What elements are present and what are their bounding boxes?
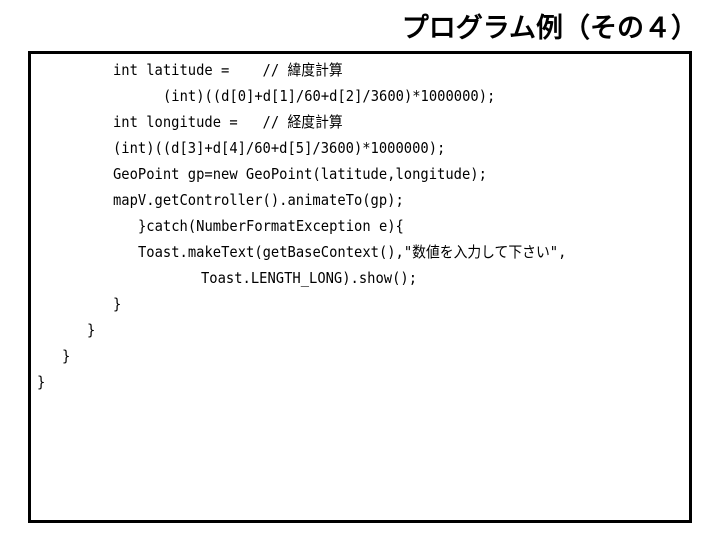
code-line: GeoPoint gp=new GeoPoint(latitude,longit… (112, 165, 487, 183)
code-line: }catch(NumberFormatException e){ (137, 217, 404, 235)
code-line: (int)((d[0]+d[1]/60+d[2]/3600)*1000000); (163, 87, 496, 105)
code-line: } (37, 373, 46, 391)
code-block: int latitude = // 緯度計算 (int)((d[0]+d[1]/… (28, 51, 692, 523)
code-line: } (112, 295, 121, 313)
code-line: mapV.getController().animateTo(gp); (112, 191, 404, 209)
slide-title: プログラム例（その４） (401, 13, 698, 44)
code-line: Toast.LENGTH_LONG).show(); (200, 269, 417, 287)
code-line: } (62, 347, 71, 365)
code-line: int latitude = // 緯度計算 (112, 61, 343, 79)
code-line: } (87, 321, 96, 339)
code-line: Toast.makeText(getBaseContext(),"数値を入力して… (137, 243, 567, 261)
code-line: (int)((d[3]+d[4]/60+d[5]/3600)*1000000); (112, 139, 445, 157)
code-line: int longitude = // 経度計算 (112, 113, 343, 131)
